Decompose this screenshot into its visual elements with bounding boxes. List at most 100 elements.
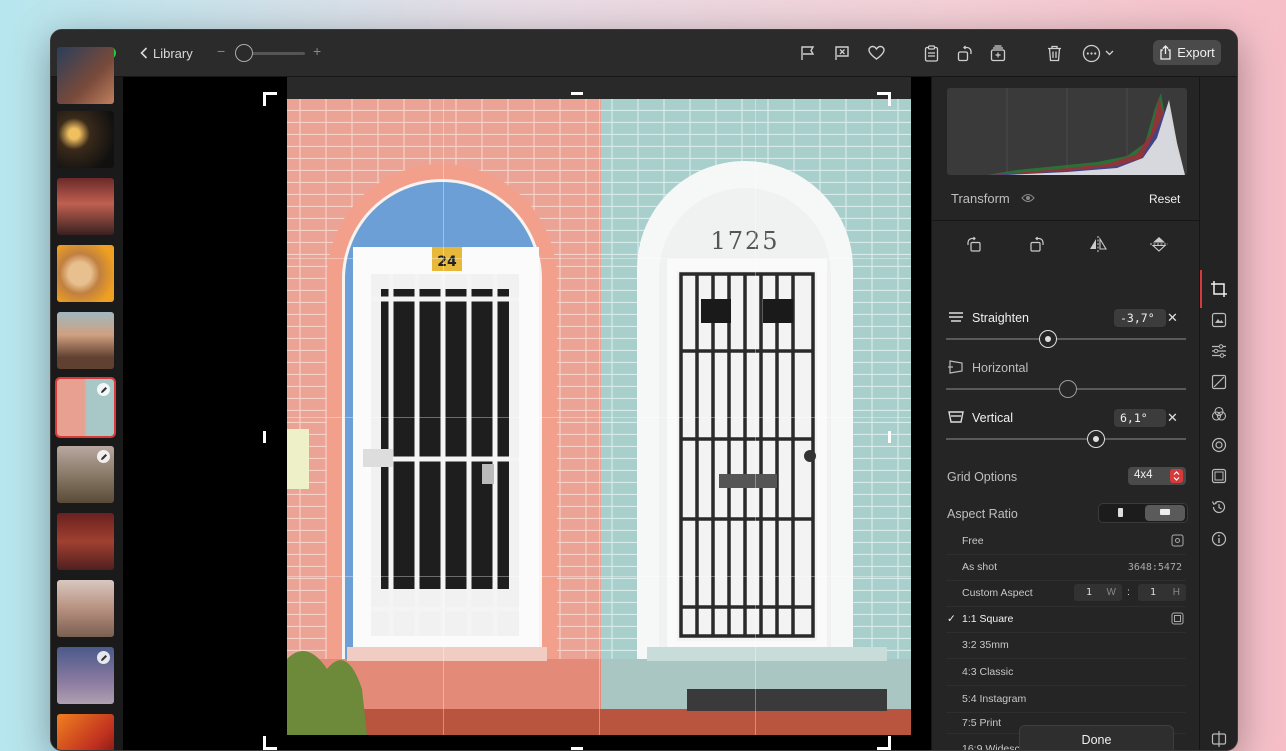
straighten-value[interactable]: -3,7°: [1114, 309, 1166, 327]
app-window: Library − + Export 24 1725 Transform Res…: [50, 29, 1238, 751]
curves-icon[interactable]: [1210, 373, 1228, 391]
back-to-library-button[interactable]: Library: [134, 41, 199, 65]
crop-overflow-strip: [287, 77, 911, 99]
rotate-icon[interactable]: [956, 44, 974, 62]
straighten-slider-knob[interactable]: [1039, 330, 1057, 348]
thumb-2[interactable]: [57, 111, 114, 168]
thumb-7[interactable]: [57, 446, 114, 503]
more-options-button[interactable]: [1081, 43, 1115, 63]
aspect-option-3-2[interactable]: 3:2 35mm: [946, 632, 1186, 659]
grid-options-label: Grid Options: [947, 470, 1018, 484]
aspect-option-5-4[interactable]: 5:4 Instagram: [946, 686, 1186, 713]
thumb-4[interactable]: [57, 245, 114, 302]
history-icon[interactable]: [1210, 498, 1228, 516]
thumb-5[interactable]: [57, 312, 114, 369]
transform-title: Transform: [951, 191, 1010, 206]
aspect-option-as-shot[interactable]: As shot 3648:5472: [946, 554, 1186, 581]
back-label: Library: [153, 45, 193, 61]
clipboard-icon[interactable]: [922, 44, 940, 62]
crop-handle-top[interactable]: [571, 92, 583, 95]
eye-icon[interactable]: [1021, 193, 1035, 203]
free-crop-icon: [1171, 534, 1184, 547]
zoom-slider-knob[interactable]: [235, 44, 253, 62]
photo-crop-area[interactable]: 24 1725: [287, 99, 911, 735]
lens-icon[interactable]: [1210, 436, 1228, 454]
reject-icon[interactable]: [833, 44, 851, 62]
thumb-10[interactable]: [57, 647, 114, 704]
zoom-out-button[interactable]: −: [217, 43, 225, 59]
info-icon[interactable]: [1210, 530, 1228, 548]
horizontal-perspective-icon: [948, 360, 963, 374]
thumb-6-selected[interactable]: [55, 377, 116, 438]
export-label: Export: [1177, 45, 1215, 60]
share-icon: [1160, 45, 1171, 60]
portrait-icon[interactable]: [1118, 508, 1123, 517]
straighten-label: Straighten: [972, 311, 1029, 325]
crop-handle-tl[interactable]: [263, 92, 266, 106]
grid-line: [287, 258, 911, 259]
zoom-slider-track[interactable]: [245, 52, 305, 55]
compare-icon[interactable]: [1210, 730, 1228, 748]
trash-icon[interactable]: [1045, 44, 1063, 62]
vertical-label: Vertical: [972, 411, 1013, 425]
crop-handle-bl[interactable]: [263, 736, 266, 750]
thumb-1[interactable]: [57, 47, 114, 104]
vertical-reset-icon[interactable]: ✕: [1167, 410, 1178, 426]
crop-handle-right[interactable]: [888, 431, 891, 443]
thumb-8[interactable]: [57, 513, 114, 570]
rotate-right-icon[interactable]: [1029, 236, 1045, 252]
heart-icon[interactable]: [867, 44, 885, 62]
grid-options-value: 4x4: [1134, 469, 1153, 481]
aspect-option-4-3[interactable]: 4:3 Classic: [946, 659, 1186, 686]
grid-options-select[interactable]: 4x4: [1128, 467, 1186, 485]
flag-icon[interactable]: [799, 44, 817, 62]
divider: [932, 220, 1200, 221]
crop-handle-bottom[interactable]: [571, 747, 583, 750]
thumb-3[interactable]: [57, 178, 114, 235]
square-crop-icon: [1171, 612, 1184, 625]
crop-handle-br[interactable]: [888, 736, 891, 750]
flip-horizontal-icon[interactable]: [1089, 236, 1107, 252]
vertical-slider-track[interactable]: [946, 438, 1186, 440]
rotate-left-icon[interactable]: [966, 236, 982, 252]
custom-height-input[interactable]: 1 H: [1138, 584, 1186, 601]
aspect-option-free[interactable]: Free: [946, 528, 1186, 555]
horizontal-slider-knob[interactable]: [1059, 380, 1077, 398]
filmstrip[interactable]: [51, 47, 123, 750]
thumb-11[interactable]: [57, 714, 114, 750]
grid-line: [287, 417, 911, 418]
image-canvas[interactable]: 24 1725: [123, 77, 931, 750]
adjust-icon[interactable]: [1210, 311, 1228, 329]
straighten-icon: [949, 312, 963, 322]
crop-handle-left[interactable]: [263, 431, 266, 443]
custom-width-input[interactable]: 1 W: [1074, 584, 1122, 601]
more-icon: [1082, 44, 1101, 62]
color-icon[interactable]: [1210, 405, 1228, 423]
straighten-slider-track[interactable]: [946, 338, 1186, 340]
export-button[interactable]: Export: [1153, 40, 1221, 65]
vertical-value[interactable]: 6,1°: [1114, 409, 1166, 427]
orientation-toggle[interactable]: [1098, 503, 1188, 523]
thumb-9[interactable]: [57, 580, 114, 637]
house-number: 1725: [710, 227, 779, 255]
reset-button[interactable]: Reset: [1149, 192, 1180, 206]
flip-vertical-icon[interactable]: [1150, 236, 1168, 252]
archive-icon[interactable]: [989, 44, 1007, 62]
checkmark-icon: ✓: [947, 613, 956, 625]
landscape-option[interactable]: [1145, 505, 1185, 521]
done-button[interactable]: Done: [1019, 725, 1174, 750]
edited-badge-icon: [97, 383, 110, 396]
edited-badge-icon: [97, 450, 110, 463]
vertical-perspective-icon: [948, 411, 964, 423]
straighten-reset-icon[interactable]: ✕: [1167, 310, 1178, 326]
frame-icon[interactable]: [1210, 467, 1228, 485]
zoom-in-button[interactable]: +: [313, 43, 321, 59]
aspect-option-1-1-square[interactable]: ✓ 1:1 Square: [946, 606, 1186, 633]
vertical-slider-knob[interactable]: [1087, 430, 1105, 448]
crop-icon[interactable]: [1210, 280, 1228, 298]
horizontal-label: Horizontal: [972, 361, 1029, 375]
aspect-option-custom[interactable]: Custom Aspect 1 W : 1 H: [946, 580, 1186, 607]
crop-handle-tr[interactable]: [888, 92, 891, 106]
plate-number: 24: [437, 254, 457, 270]
sliders-icon[interactable]: [1210, 342, 1228, 360]
